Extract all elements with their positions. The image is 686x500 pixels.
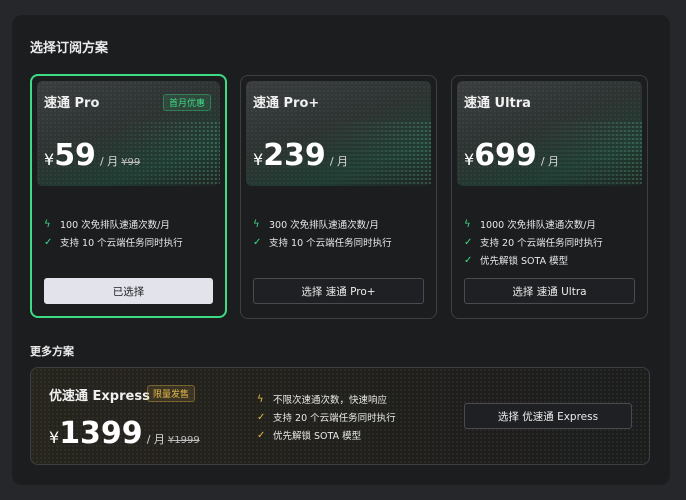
- select-express-button[interactable]: 选择 优速通 Express: [464, 403, 632, 429]
- check-icon: ✓: [257, 411, 266, 423]
- feature-list: ϟ 1000 次免排队速通次数/月 ✓ 支持 20 个云端任务同时执行 ✓ 优先解锁 …: [464, 215, 603, 269]
- lightning-icon: ϟ: [257, 393, 264, 405]
- check-icon: ✓: [253, 236, 262, 248]
- plan-price: ¥239/ 月: [253, 138, 348, 173]
- plan-name: 速通 Pro: [44, 96, 100, 111]
- price-amount: 59: [54, 138, 96, 173]
- page-title: 选择订阅方案: [30, 41, 109, 56]
- price-amount: 239: [263, 138, 326, 173]
- feature-list: ϟ 不限次速通次数，快速响应 ✓ 支持 20 个云端任务同时执行 ✓ 优先解锁 SOT…: [257, 390, 396, 444]
- plan-card-pro-plus[interactable]: 速通 Pro+ ¥239/ 月 ϟ 300 次免排队速通次数/月 ✓ 支持 10 个…: [240, 75, 437, 319]
- price-period: / 月: [99, 155, 119, 168]
- feature-list: ϟ 100 次免排队速通次数/月 ✓ 支持 10 个云端任务同时执行: [44, 215, 183, 251]
- plan-card-express[interactable]: 优速通 Express 限量发售 ¥1399/ 月 ¥1999 ϟ 不限次速通次数，…: [30, 367, 650, 465]
- limited-edition-badge: 限量发售: [147, 385, 196, 402]
- check-icon: ✓: [464, 236, 473, 248]
- feature-item: ϟ 100 次免排队速通次数/月: [44, 218, 170, 232]
- feature-item: ✓ 支持 10 个云端任务同时执行: [44, 236, 183, 250]
- feature-item: ✓ 支持 10 个云端任务同时执行: [253, 236, 392, 250]
- select-ultra-button[interactable]: 选择 速通 Ultra: [464, 278, 635, 304]
- plan-name: 优速通 Express: [49, 389, 150, 404]
- original-price: ¥1999: [167, 435, 200, 446]
- plan-price: ¥59/ 月 ¥99: [44, 138, 140, 173]
- price-period: / 月: [146, 433, 165, 446]
- plan-card-ultra[interactable]: 速通 Ultra ¥699/ 月 ϟ 1000 次免排队速通次数/月 ✓ 支持 20…: [451, 75, 648, 319]
- plan-name: 速通 Pro+: [253, 96, 320, 111]
- feature-item: ϟ 不限次速通次数，快速响应: [257, 393, 388, 407]
- feature-item: ✓ 支持 20 个云端任务同时执行: [257, 411, 396, 425]
- price-period: / 月: [540, 155, 560, 168]
- feature-item: ✓ 支持 20 个云端任务同时执行: [464, 236, 603, 250]
- feature-item: ✓ 优先解锁 SOTA 模型: [464, 254, 569, 268]
- plan-name: 速通 Ultra: [464, 96, 531, 111]
- select-pro-plus-button[interactable]: 选择 速通 Pro+: [253, 278, 424, 304]
- check-icon: ✓: [257, 429, 266, 441]
- plan-price: ¥699/ 月: [464, 138, 559, 173]
- feature-item: ϟ 300 次免排队速通次数/月: [253, 218, 379, 232]
- plan-card-pro[interactable]: 速通 Pro 首月优惠 ¥59/ 月 ¥99 ϟ 100 次免排队速通次数/月 ✓ 支…: [30, 74, 227, 318]
- lightning-icon: ϟ: [253, 218, 260, 230]
- price-period: / 月: [329, 155, 349, 168]
- first-month-discount-badge: 首月优惠: [162, 94, 211, 111]
- feature-item: ✓ 优先解锁 SOTA 模型: [257, 429, 362, 443]
- more-plans-title: 更多方案: [30, 345, 74, 358]
- feature-item: ϟ 1000 次免排队速通次数/月: [464, 218, 596, 232]
- check-icon: ✓: [44, 236, 53, 248]
- plan-price: ¥1399/ 月 ¥1999: [49, 416, 200, 451]
- currency-symbol: ¥: [464, 150, 475, 169]
- original-price: ¥99: [121, 157, 141, 168]
- lightning-icon: ϟ: [44, 218, 51, 230]
- selected-button[interactable]: 已选择: [44, 278, 213, 304]
- price-amount: 699: [474, 138, 537, 173]
- currency-symbol: ¥: [49, 428, 60, 447]
- currency-symbol: ¥: [253, 150, 264, 169]
- lightning-icon: ϟ: [464, 218, 471, 230]
- currency-symbol: ¥: [44, 150, 55, 169]
- check-icon: ✓: [464, 254, 473, 266]
- price-amount: 1399: [59, 416, 143, 451]
- feature-list: ϟ 300 次免排队速通次数/月 ✓ 支持 10 个云端任务同时执行: [253, 215, 392, 251]
